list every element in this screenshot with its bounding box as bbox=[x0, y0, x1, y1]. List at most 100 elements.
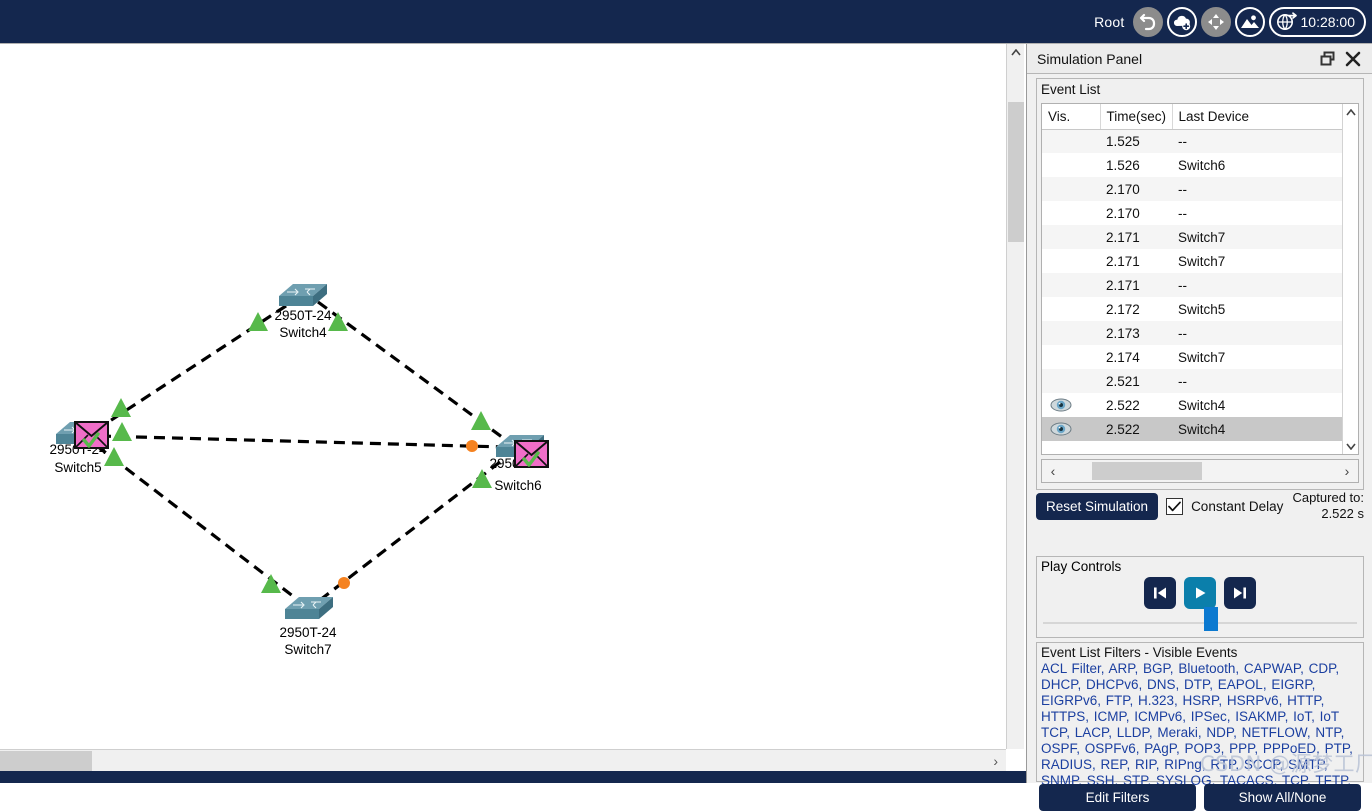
show-all-none-button[interactable]: Show All/None bbox=[1204, 784, 1361, 811]
play-buttons bbox=[1037, 577, 1363, 609]
cell-visibility[interactable] bbox=[1042, 273, 1100, 297]
event-list-vscroll-track[interactable] bbox=[1343, 120, 1358, 438]
cell-time: 1.525 bbox=[1100, 129, 1172, 153]
simulation-controls-row: Reset Simulation Constant Delay Captured… bbox=[1036, 488, 1364, 524]
table-row[interactable]: 2.174 Switch7 bbox=[1042, 345, 1358, 369]
packet-dot bbox=[338, 577, 350, 589]
edit-filters-button[interactable]: Edit Filters bbox=[1039, 784, 1196, 811]
table-row[interactable]: 2.170 -- bbox=[1042, 177, 1358, 201]
play-controls-label: Play Controls bbox=[1041, 559, 1122, 574]
cell-visibility[interactable] bbox=[1042, 249, 1100, 273]
cell-last-device: Switch6 bbox=[1178, 157, 1226, 173]
scroll-right-icon[interactable]: › bbox=[1336, 463, 1358, 479]
event-list-filters-group: Event List Filters - Visible Events ACL … bbox=[1036, 642, 1364, 811]
device-switch4[interactable]: 2950T-24 Switch4 bbox=[274, 283, 332, 340]
cell-time: 2.522 bbox=[1100, 417, 1172, 441]
image-icon[interactable] bbox=[1234, 6, 1265, 37]
event-list-hscroll-thumb[interactable] bbox=[1092, 462, 1202, 480]
filter-buttons-row: Edit Filters Show All/None bbox=[1037, 784, 1363, 811]
table-row[interactable]: 2.522 Switch4 bbox=[1042, 393, 1358, 417]
play-icon[interactable] bbox=[1184, 577, 1216, 609]
table-row[interactable]: 2.170 -- bbox=[1042, 201, 1358, 225]
event-list-horizontal-scrollbar[interactable]: ‹ › bbox=[1041, 459, 1359, 483]
cell-last-device: -- bbox=[1172, 177, 1358, 201]
scroll-up-icon[interactable] bbox=[1343, 104, 1358, 120]
event-list-table-wrap[interactable]: Vis. Time(sec) Last Device 1.525 -- 1.526 S… bbox=[1041, 103, 1359, 455]
workspace-vertical-scrollbar[interactable] bbox=[1006, 44, 1024, 749]
scroll-left-icon[interactable]: ‹ bbox=[1042, 463, 1064, 479]
cell-visibility[interactable] bbox=[1042, 393, 1100, 417]
device-switch5[interactable]: 2950T-24 Switch5 bbox=[49, 421, 109, 475]
captured-to-readout: Captured to: 2.522 s bbox=[1292, 490, 1364, 522]
event-list-table[interactable]: Vis. Time(sec) Last Device 1.525 -- 1.526 S… bbox=[1042, 104, 1358, 441]
packet-markers[interactable] bbox=[338, 440, 478, 589]
table-row[interactable]: 1.526 Switch6 bbox=[1042, 153, 1358, 177]
network-topology-workspace[interactable]: 2950T-24 Switch4 2950T-24 Switch5 2950T-… bbox=[0, 44, 1006, 749]
skip-forward-icon[interactable] bbox=[1224, 577, 1256, 609]
table-row[interactable]: 2.522 Switch4 bbox=[1042, 417, 1358, 441]
close-icon[interactable] bbox=[1340, 46, 1366, 72]
envelope-icon-switch5[interactable] bbox=[74, 421, 109, 449]
cell-time: 2.171 bbox=[1106, 253, 1140, 269]
cell-visibility[interactable] bbox=[1042, 225, 1100, 249]
table-row[interactable]: 2.521 -- bbox=[1042, 369, 1358, 393]
event-list-group: Event List Vis. Time(sec) Last Device 1.… bbox=[1036, 78, 1364, 490]
table-row[interactable]: 2.172 Switch5 bbox=[1042, 297, 1358, 321]
play-speed-slider[interactable] bbox=[1043, 607, 1357, 631]
cell-visibility[interactable] bbox=[1042, 201, 1100, 225]
cell-visibility[interactable] bbox=[1042, 321, 1100, 345]
column-header-last-device[interactable]: Last Device bbox=[1172, 104, 1358, 130]
slider-handle[interactable] bbox=[1204, 607, 1218, 631]
cell-last-device: Switch4 bbox=[1172, 417, 1358, 441]
link-switch5-switch6[interactable] bbox=[99, 434, 505, 449]
envelope-icon-switch6[interactable] bbox=[514, 440, 549, 468]
restore-window-icon[interactable] bbox=[1314, 46, 1340, 72]
scroll-right-icon[interactable]: › bbox=[993, 753, 998, 769]
column-header-time[interactable]: Time(sec) bbox=[1100, 104, 1173, 130]
workspace-hscroll-thumb[interactable] bbox=[0, 751, 92, 771]
cell-time: 2.521 bbox=[1100, 369, 1172, 393]
captured-to-value: 2.522 s bbox=[1321, 506, 1364, 521]
device-switch7[interactable]: 2950T-24 Switch7 bbox=[279, 596, 337, 657]
event-list-hscroll-track[interactable] bbox=[1064, 460, 1336, 482]
cell-visibility[interactable] bbox=[1042, 177, 1100, 201]
table-row[interactable]: 2.173 -- bbox=[1042, 321, 1358, 345]
device-model: 2950T-24 bbox=[274, 308, 332, 323]
scroll-up-icon[interactable] bbox=[1007, 44, 1024, 61]
topology-canvas[interactable]: 2950T-24 Switch4 2950T-24 Switch5 2950T-… bbox=[0, 44, 1006, 749]
cell-visibility[interactable] bbox=[1042, 417, 1100, 441]
port-marker bbox=[112, 422, 132, 441]
cell-last-device: -- bbox=[1172, 321, 1358, 345]
cloud-add-icon[interactable] bbox=[1166, 6, 1197, 37]
slider-rail bbox=[1043, 622, 1357, 624]
table-row[interactable]: 1.525 -- bbox=[1042, 129, 1358, 153]
cell-time: 2.522 bbox=[1106, 397, 1140, 413]
cell-visibility[interactable] bbox=[1042, 345, 1100, 369]
workspace-horizontal-scrollbar[interactable]: › bbox=[0, 749, 1006, 771]
device-name: Switch7 bbox=[284, 642, 331, 657]
scroll-down-icon[interactable] bbox=[1343, 438, 1358, 454]
table-row[interactable]: 2.171 Switch7 bbox=[1042, 225, 1358, 249]
column-header-vis[interactable]: Vis. bbox=[1042, 104, 1101, 130]
cell-visibility[interactable] bbox=[1042, 297, 1100, 321]
reset-simulation-button[interactable]: Reset Simulation bbox=[1036, 492, 1159, 520]
cell-last-device: Switch7 bbox=[1172, 225, 1358, 249]
cell-visibility[interactable] bbox=[1042, 129, 1100, 153]
constant-delay-checkbox[interactable] bbox=[1166, 497, 1184, 515]
link-switch5-switch7[interactable] bbox=[96, 444, 299, 602]
packet-dot bbox=[466, 440, 478, 452]
table-row[interactable]: 2.171 -- bbox=[1042, 273, 1358, 297]
undo-icon[interactable] bbox=[1132, 6, 1163, 37]
move-arrows-icon[interactable] bbox=[1200, 6, 1231, 37]
simulation-clock[interactable]: 10:28:00 bbox=[1268, 6, 1366, 37]
workspace-vscroll-thumb[interactable] bbox=[1008, 102, 1024, 242]
table-row[interactable]: 2.171 Switch7 bbox=[1042, 249, 1358, 273]
cell-time: 1.526 bbox=[1106, 157, 1140, 173]
event-list-vertical-scrollbar[interactable] bbox=[1342, 104, 1358, 454]
filters-label: Event List Filters - Visible Events bbox=[1041, 645, 1238, 660]
device-switch6[interactable]: 2950T-24 Switch6 bbox=[489, 434, 549, 493]
root-label: Root bbox=[1094, 13, 1125, 30]
skip-back-icon[interactable] bbox=[1144, 577, 1176, 609]
cell-visibility[interactable] bbox=[1042, 153, 1100, 177]
cell-visibility[interactable] bbox=[1042, 369, 1100, 393]
